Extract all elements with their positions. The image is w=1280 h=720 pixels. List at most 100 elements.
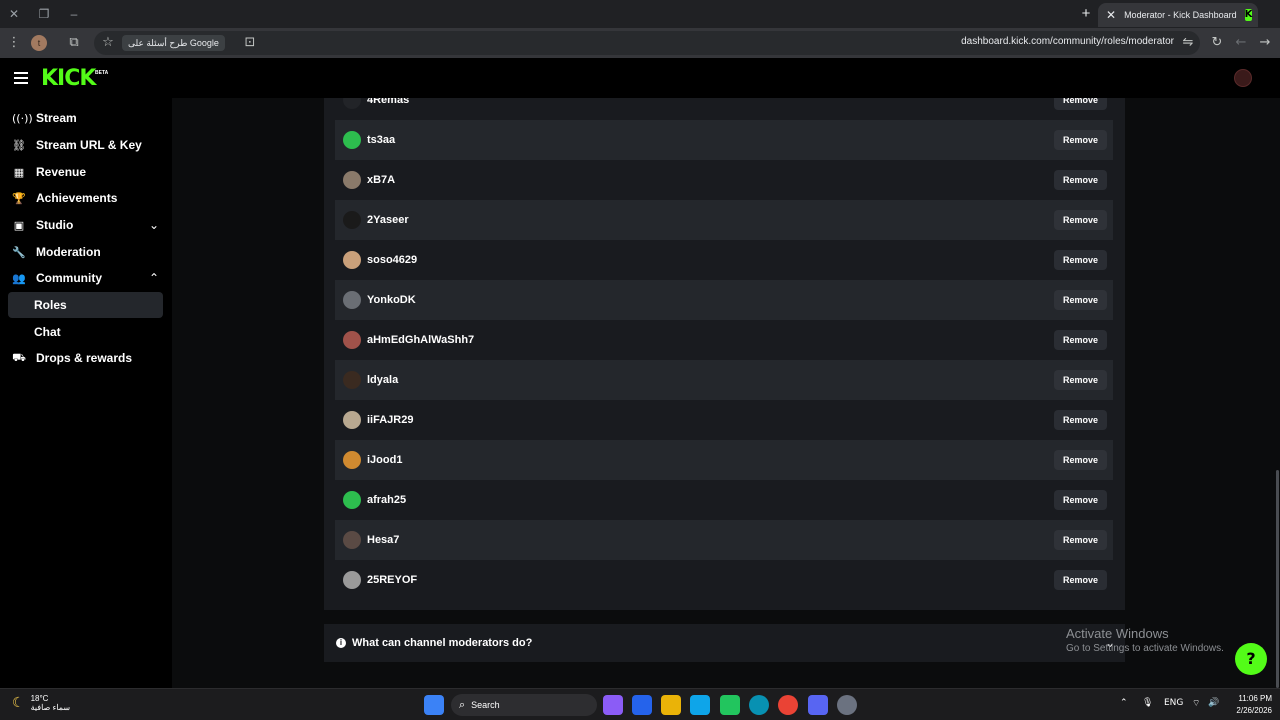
extensions-icon[interactable]: ⧉ bbox=[66, 35, 82, 51]
file-explorer-icon[interactable] bbox=[661, 695, 681, 715]
avatar[interactable] bbox=[343, 531, 361, 549]
moderator-name[interactable]: xB7A bbox=[367, 174, 1054, 186]
avatar[interactable] bbox=[343, 211, 361, 229]
moderator-name[interactable]: ts3aa bbox=[367, 134, 1054, 146]
sidebar-item-drops-rewards[interactable]: ⛟ Drops & rewards bbox=[8, 345, 163, 371]
avatar[interactable] bbox=[343, 131, 361, 149]
discord-icon[interactable] bbox=[808, 695, 828, 715]
sidebar-item-achievements[interactable]: 🏆 Achievements bbox=[8, 185, 163, 211]
new-tab-icon[interactable]: + bbox=[1078, 5, 1094, 22]
kick-logo[interactable]: KICK bbox=[41, 66, 96, 91]
taskbar-clock[interactable]: 11:06 PM 2/26/2026 bbox=[1228, 693, 1272, 717]
weather-temp: 18°C bbox=[30, 694, 49, 703]
sidebar-item-stream-url-key[interactable]: ⛓ Stream URL & Key bbox=[8, 132, 163, 158]
link-icon: ⛓ bbox=[12, 138, 26, 152]
google-search-chip[interactable]: طرح أسئلة على Google bbox=[122, 35, 225, 51]
page-scrollbar[interactable] bbox=[1276, 470, 1279, 688]
chevron-up-icon[interactable]: ⌃ bbox=[1120, 698, 1128, 708]
remove-button[interactable]: Remove bbox=[1054, 330, 1107, 350]
user-avatar[interactable] bbox=[1234, 69, 1252, 87]
wifi-icon[interactable]: ⌔ bbox=[1192, 698, 1200, 709]
moderator-name[interactable]: 25REYOF bbox=[367, 574, 1054, 586]
activate-windows-watermark: Activate Windows Go to Settings to activ… bbox=[1066, 626, 1224, 654]
avatar[interactable] bbox=[343, 331, 361, 349]
xbox-icon[interactable] bbox=[720, 695, 740, 715]
moderator-row: 2Yaseer Remove bbox=[335, 200, 1113, 240]
moderator-row: afrah25 Remove bbox=[335, 480, 1113, 520]
remove-button[interactable]: Remove bbox=[1054, 450, 1107, 470]
app-icon[interactable] bbox=[690, 695, 710, 715]
sidebar-item-label: Moderation bbox=[36, 245, 101, 259]
avatar[interactable] bbox=[343, 171, 361, 189]
close-tab-icon[interactable]: ✕ bbox=[1106, 8, 1116, 22]
chrome-icon[interactable] bbox=[778, 695, 798, 715]
avatar[interactable] bbox=[343, 291, 361, 309]
moon-icon: ☾ bbox=[12, 695, 25, 711]
address-bar[interactable]: ☆ طرح أسئلة على Google ⊡ dashboard.kick.… bbox=[94, 31, 1200, 55]
site-settings-icon[interactable]: ⇋ bbox=[1180, 35, 1196, 51]
edge-icon[interactable] bbox=[749, 695, 769, 715]
avatar[interactable] bbox=[343, 451, 361, 469]
back-icon[interactable]: ← bbox=[1233, 35, 1249, 51]
lens-icon[interactable]: ⊡ bbox=[242, 35, 258, 51]
sidebar-item-label: Chat bbox=[34, 325, 61, 339]
weather-widget[interactable]: ☾ 18°C سماء صافية bbox=[12, 694, 70, 712]
moderator-name[interactable]: iJood1 bbox=[367, 454, 1054, 466]
sidebar-item-revenue[interactable]: ▦ Revenue bbox=[8, 159, 163, 185]
moderator-name[interactable]: soso4629 bbox=[367, 254, 1054, 266]
remove-button[interactable]: Remove bbox=[1054, 490, 1107, 510]
weather-desc: سماء صافية bbox=[30, 703, 71, 712]
moderator-name[interactable]: YonkoDK bbox=[367, 294, 1054, 306]
faq-accordion[interactable]: i What can channel moderators do? ⌄ bbox=[324, 624, 1125, 662]
minimize-window-icon[interactable]: – bbox=[66, 6, 82, 22]
profile-avatar[interactable]: t bbox=[31, 35, 47, 51]
help-chat-button[interactable]: ? bbox=[1235, 643, 1267, 675]
remove-button[interactable]: Remove bbox=[1054, 410, 1107, 430]
defender-icon[interactable] bbox=[632, 695, 652, 715]
moderator-name[interactable]: iiFAJR29 bbox=[367, 414, 1054, 426]
taskbar-search[interactable]: ⌕ Search bbox=[451, 694, 597, 716]
bookmark-star-icon[interactable]: ☆ bbox=[100, 35, 116, 51]
sidebar-item-community[interactable]: 👥 Community ⌃ bbox=[8, 265, 163, 291]
app-icon[interactable] bbox=[837, 695, 857, 715]
remove-button[interactable]: Remove bbox=[1054, 570, 1107, 590]
remove-button[interactable]: Remove bbox=[1054, 210, 1107, 230]
sidebar-item-moderation[interactable]: 🔧 Moderation bbox=[8, 239, 163, 265]
remove-button[interactable]: Remove bbox=[1054, 250, 1107, 270]
avatar[interactable] bbox=[343, 571, 361, 589]
sidebar-item-studio[interactable]: ▣ Studio ⌄ bbox=[8, 212, 163, 238]
avatar[interactable] bbox=[343, 491, 361, 509]
menu-kebab-icon[interactable]: ⋮ bbox=[6, 35, 22, 51]
reload-icon[interactable]: ↻ bbox=[1209, 35, 1225, 51]
remove-button[interactable]: Remove bbox=[1054, 170, 1107, 190]
volume-icon[interactable]: 🔊 bbox=[1208, 698, 1219, 708]
moderator-name[interactable]: ldyala bbox=[367, 374, 1054, 386]
moderator-name[interactable]: Hesa7 bbox=[367, 534, 1054, 546]
moderator-row: ts3aa Remove bbox=[335, 120, 1113, 160]
url-text[interactable]: dashboard.kick.com/community/roles/moder… bbox=[961, 36, 1174, 47]
sidebar-item-stream[interactable]: ((·)) Stream bbox=[8, 105, 163, 131]
watermark-subtitle: Go to Settings to activate Windows. bbox=[1066, 643, 1224, 654]
remove-button[interactable]: Remove bbox=[1054, 290, 1107, 310]
hamburger-menu-icon[interactable] bbox=[14, 72, 28, 84]
close-window-icon[interactable]: ✕ bbox=[6, 6, 22, 22]
avatar[interactable] bbox=[343, 371, 361, 389]
avatar[interactable] bbox=[343, 251, 361, 269]
moderator-name[interactable]: 2Yaseer bbox=[367, 214, 1054, 226]
restore-window-icon[interactable]: ❐ bbox=[36, 6, 52, 22]
forward-icon[interactable]: → bbox=[1257, 35, 1273, 51]
sidebar-item-chat[interactable]: Chat bbox=[8, 319, 163, 345]
language-indicator[interactable]: ENG bbox=[1164, 698, 1183, 708]
windows-start-icon[interactable] bbox=[424, 695, 444, 715]
sidebar-item-roles[interactable]: Roles bbox=[8, 292, 163, 318]
avatar[interactable] bbox=[343, 411, 361, 429]
moderator-row: YonkoDK Remove bbox=[335, 280, 1113, 320]
remove-button[interactable]: Remove bbox=[1054, 530, 1107, 550]
microphone-icon[interactable]: 🎙 bbox=[1142, 698, 1153, 708]
remove-button[interactable]: Remove bbox=[1054, 370, 1107, 390]
active-tab[interactable]: ✕ Moderator - Kick Dashboard K bbox=[1098, 3, 1258, 27]
moderator-name[interactable]: aHmEdGhAlWaShh7 bbox=[367, 334, 1054, 346]
copilot-icon[interactable] bbox=[603, 695, 623, 715]
remove-button[interactable]: Remove bbox=[1054, 130, 1107, 150]
moderator-name[interactable]: afrah25 bbox=[367, 494, 1054, 506]
